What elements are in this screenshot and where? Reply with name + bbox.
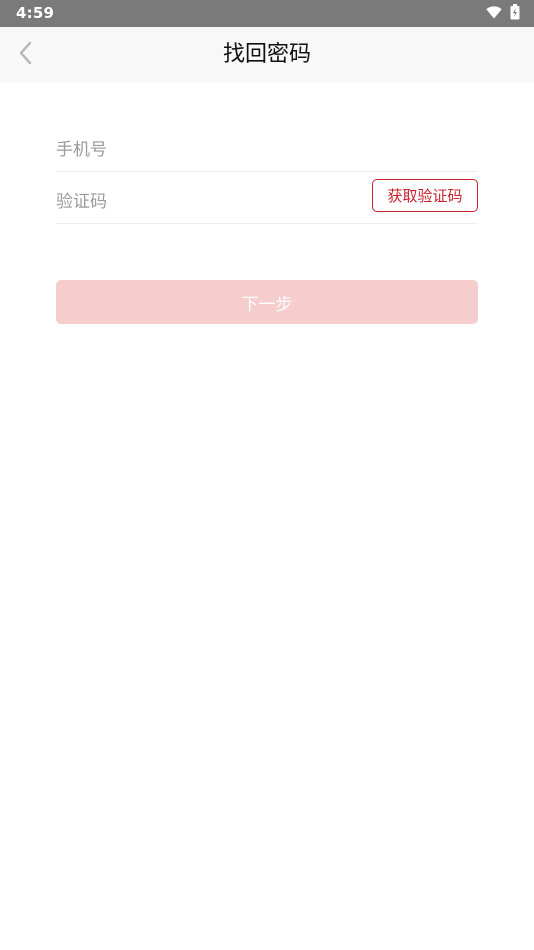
phone-field-row bbox=[56, 126, 478, 172]
page-title: 找回密码 bbox=[222, 42, 311, 67]
wifi-icon bbox=[486, 4, 502, 23]
verification-code-input[interactable] bbox=[56, 189, 356, 215]
status-icons bbox=[486, 3, 520, 24]
app-bar: 找回密码 bbox=[0, 27, 534, 83]
status-time: 4:59 bbox=[16, 4, 55, 22]
screen: 4:59 找回密码 手机号 验证码 获取验证码 下一步 bbox=[0, 0, 534, 950]
status-bar: 4:59 bbox=[0, 0, 534, 27]
next-button[interactable]: 下一步 bbox=[56, 280, 478, 324]
get-code-button[interactable]: 获取验证码 bbox=[372, 179, 478, 212]
code-field-row: 获取验证码 bbox=[56, 172, 478, 224]
phone-input[interactable] bbox=[56, 137, 356, 163]
recover-password-form: 获取验证码 bbox=[56, 126, 478, 224]
battery-charging-icon bbox=[510, 3, 520, 24]
